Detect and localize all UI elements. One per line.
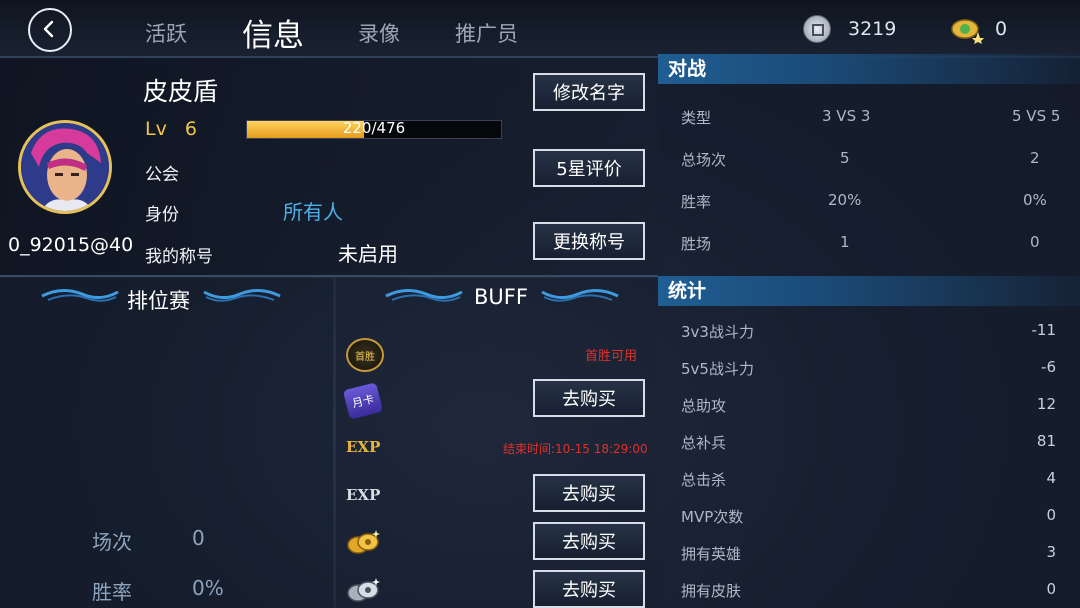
tab-replay[interactable]: 录像 xyxy=(358,18,400,48)
wave-ornament-left-icon xyxy=(41,289,119,302)
stat-value: -6 xyxy=(1041,358,1056,376)
stat-label: 5v5战斗力 xyxy=(681,360,754,378)
ranked-panel xyxy=(0,278,333,608)
tab-info[interactable]: 信息 xyxy=(242,10,304,55)
buy-exp-button[interactable]: 去购买 xyxy=(533,474,645,512)
winrate-value: 0% xyxy=(192,576,224,600)
wave-ornament-left-icon xyxy=(385,289,463,302)
battle-row-5v5: 0 xyxy=(1030,233,1040,251)
exp-gold-icon: EXP xyxy=(346,438,381,456)
gem-icon xyxy=(950,14,984,44)
battle-row-label: 总场次 xyxy=(681,151,727,169)
player-name: 皮皮盾 xyxy=(143,77,219,106)
stat-value: -11 xyxy=(1031,321,1057,339)
stat-label: 拥有皮肤 xyxy=(681,582,742,600)
xp-text: 220/476 xyxy=(342,119,406,137)
xp-bar: 220/476 xyxy=(246,119,502,139)
gold-coin-icon xyxy=(347,530,380,554)
battle-row-label: 胜率 xyxy=(681,193,712,211)
stat-value: 3 xyxy=(1046,543,1056,561)
battle-row-5v5: 0% xyxy=(1023,191,1047,209)
coin-count: 3219 xyxy=(848,18,897,40)
coin-icon xyxy=(803,15,831,43)
ranked-title: 排位赛 xyxy=(127,289,190,313)
stat-label: 总击杀 xyxy=(681,471,727,489)
stat-label: 总补兵 xyxy=(681,434,727,452)
buff-title: BUFF xyxy=(474,285,528,309)
avatar[interactable] xyxy=(18,120,112,214)
stat-value: 4 xyxy=(1046,469,1056,487)
first-win-icon: 首胜 xyxy=(346,338,384,372)
first-win-status: 首胜可用 xyxy=(585,349,638,364)
level-value: 6 xyxy=(184,118,197,140)
exp-silver-icon: EXP xyxy=(346,486,381,504)
identity-label: 身份 xyxy=(145,205,179,225)
level-prefix: Lv xyxy=(145,118,167,140)
winrate-label: 胜率 xyxy=(92,580,132,604)
level-label: Lv 6 xyxy=(145,118,197,140)
rename-button[interactable]: 修改名字 xyxy=(533,73,645,111)
stat-value: 0 xyxy=(1046,580,1056,598)
wave-ornament-right-icon xyxy=(541,289,619,302)
stats-section-header: 统计 xyxy=(658,276,1080,306)
rating-button[interactable]: 5星评价 xyxy=(533,149,645,187)
divider xyxy=(0,275,658,277)
battle-type-label: 类型 xyxy=(681,109,712,127)
stat-value: 81 xyxy=(1036,432,1056,450)
battle-section-header: 对战 xyxy=(658,54,1080,84)
hero-portrait-icon xyxy=(21,123,109,211)
battle-row-3v3: 5 xyxy=(840,149,850,167)
tab-promoter[interactable]: 推广员 xyxy=(455,18,518,48)
back-button[interactable] xyxy=(28,8,72,52)
gem-count: 0 xyxy=(995,18,1008,40)
matches-value: 0 xyxy=(192,526,205,550)
buy-monthly-button[interactable]: 去购买 xyxy=(533,379,645,417)
tab-active[interactable]: 活跃 xyxy=(145,18,187,48)
user-id: 0_92015@40 xyxy=(8,234,134,256)
change-title-button[interactable]: 更换称号 xyxy=(533,222,645,260)
stat-value: 12 xyxy=(1036,395,1056,413)
title-label: 我的称号 xyxy=(145,247,213,267)
battle-col-5v5: 5 VS 5 xyxy=(1012,107,1061,125)
battle-row-label: 胜场 xyxy=(681,235,712,253)
matches-label: 场次 xyxy=(92,530,132,554)
stat-label: 拥有英雄 xyxy=(681,545,742,563)
exp-end-time: 结束时间:10-15 18:29:00 xyxy=(503,442,648,456)
stat-value: 0 xyxy=(1046,506,1056,524)
silver-coin-icon xyxy=(347,578,380,602)
buy-gold-button[interactable]: 去购买 xyxy=(533,522,645,560)
chevron-left-icon xyxy=(43,20,54,38)
stat-label: 总助攻 xyxy=(681,397,727,415)
battle-row-5v5: 2 xyxy=(1030,149,1040,167)
wave-ornament-right-icon xyxy=(203,289,281,302)
buy-silver-button[interactable]: 去购买 xyxy=(533,570,645,608)
top-bar: 活跃 信息 录像 推广员 3219 0 xyxy=(0,0,1080,58)
guild-label: 公会 xyxy=(145,165,179,185)
identity-value: 所有人 xyxy=(283,200,343,224)
battle-row-3v3: 20% xyxy=(828,191,862,209)
stat-label: MVP次数 xyxy=(681,508,744,526)
stat-label: 3v3战斗力 xyxy=(681,323,754,341)
title-value: 未启用 xyxy=(338,242,398,266)
battle-row-3v3: 1 xyxy=(840,233,850,251)
battle-col-3v3: 3 VS 3 xyxy=(822,107,871,125)
